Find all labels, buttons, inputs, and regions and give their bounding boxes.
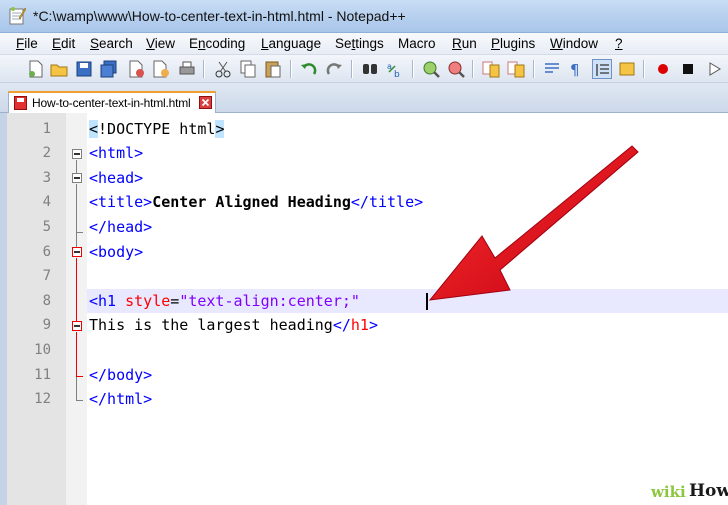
line-number: 4 bbox=[42, 194, 51, 210]
code-line-5: </head> bbox=[89, 218, 153, 236]
line-number: 1 bbox=[42, 121, 51, 137]
open-file-icon[interactable] bbox=[49, 59, 69, 79]
indent-guide-icon[interactable] bbox=[592, 59, 612, 79]
menu-plugins[interactable]: Plugins bbox=[491, 36, 535, 51]
find-icon[interactable] bbox=[360, 59, 380, 79]
zoom-out-icon[interactable] bbox=[446, 59, 466, 79]
record-macro-icon[interactable] bbox=[653, 59, 673, 79]
line-number: 11 bbox=[34, 367, 51, 383]
menu-edit[interactable]: Edit bbox=[52, 36, 75, 51]
fold-toggle-icon[interactable] bbox=[72, 247, 82, 257]
sync-horizontal-icon[interactable] bbox=[506, 59, 526, 79]
close-icon[interactable] bbox=[199, 96, 212, 109]
fold-line bbox=[76, 332, 77, 376]
line-number: 9 bbox=[42, 317, 51, 333]
code-line-1: <!DOCTYPE html> bbox=[89, 120, 225, 138]
fold-end bbox=[76, 232, 83, 233]
close-all-icon[interactable] bbox=[151, 59, 171, 79]
svg-text:b: b bbox=[394, 70, 400, 79]
menu-window[interactable]: Window bbox=[550, 36, 598, 51]
fold-end bbox=[76, 376, 83, 377]
toolbar-separator bbox=[643, 60, 644, 78]
fold-line bbox=[76, 258, 77, 321]
toolbar-separator bbox=[412, 60, 413, 78]
line-number: 7 bbox=[42, 268, 51, 284]
notepad-plus-plus-icon bbox=[9, 7, 26, 25]
code-line-12: </html> bbox=[89, 390, 153, 408]
stop-macro-icon[interactable] bbox=[678, 59, 698, 79]
line-number: 6 bbox=[42, 244, 51, 260]
toolbar-separator bbox=[472, 60, 473, 78]
fold-line bbox=[76, 160, 77, 173]
line-number: 3 bbox=[42, 170, 51, 186]
menu-search[interactable]: Search bbox=[90, 36, 133, 51]
word-wrap-icon[interactable] bbox=[542, 59, 562, 79]
menu-run[interactable]: Run bbox=[452, 36, 477, 51]
replace-icon[interactable]: ab bbox=[385, 59, 405, 79]
tab-label: How-to-center-text-in-html.html bbox=[32, 96, 191, 110]
cut-icon[interactable] bbox=[213, 59, 233, 79]
toolbar-separator bbox=[203, 60, 204, 78]
watermark-wiki: wiki bbox=[651, 483, 686, 501]
paste-icon[interactable] bbox=[263, 59, 283, 79]
close-file-icon[interactable] bbox=[126, 59, 146, 79]
toolbar-separator bbox=[351, 60, 352, 78]
menu-settings[interactable]: Settings bbox=[335, 36, 384, 51]
fold-toggle-icon[interactable] bbox=[72, 149, 82, 159]
code-line-8: <h1 style="text-align:center;" bbox=[89, 292, 360, 310]
toolbar: ab ¶ bbox=[0, 55, 728, 83]
window-border bbox=[0, 113, 7, 505]
menu-bar: File Edit Search View Encoding Language … bbox=[0, 33, 728, 55]
undo-icon[interactable] bbox=[299, 59, 319, 79]
save-all-icon[interactable] bbox=[99, 59, 119, 79]
svg-text:¶: ¶ bbox=[570, 61, 580, 79]
fold-toggle-icon[interactable] bbox=[72, 173, 82, 183]
play-macro-icon[interactable] bbox=[704, 59, 724, 79]
menu-language[interactable]: Language bbox=[261, 36, 321, 51]
menu-macro[interactable]: Macro bbox=[398, 36, 436, 51]
title-bar: *C:\wamp\www\How-to-center-text-in-html.… bbox=[0, 0, 728, 33]
toolbar-separator bbox=[533, 60, 534, 78]
line-number: 10 bbox=[34, 342, 51, 358]
watermark-how: How bbox=[689, 481, 728, 501]
new-file-icon[interactable] bbox=[26, 59, 46, 79]
line-number: 8 bbox=[42, 293, 51, 309]
fold-end bbox=[76, 400, 83, 401]
print-icon[interactable] bbox=[177, 59, 197, 79]
code-line-4: <title>Center Aligned Heading</title> bbox=[89, 193, 424, 211]
save-icon[interactable] bbox=[74, 59, 94, 79]
menu-encoding[interactable]: Encoding bbox=[189, 36, 245, 51]
line-number: 2 bbox=[42, 145, 51, 161]
tab-file[interactable]: How-to-center-text-in-html.html bbox=[8, 91, 216, 113]
code-line-9: This is the largest heading</h1> bbox=[89, 316, 378, 334]
code-line-11: </body> bbox=[89, 366, 153, 384]
redo-icon[interactable] bbox=[324, 59, 344, 79]
show-all-chars-icon[interactable]: ¶ bbox=[566, 59, 586, 79]
doc-map-icon[interactable] bbox=[617, 59, 637, 79]
tab-bar: How-to-center-text-in-html.html bbox=[0, 83, 728, 113]
menu-file[interactable]: File bbox=[16, 36, 38, 51]
code-line-6: <body> bbox=[89, 243, 144, 261]
unsaved-file-icon bbox=[14, 96, 27, 110]
fold-toggle-icon[interactable] bbox=[72, 321, 82, 331]
code-line-3: <head> bbox=[89, 169, 144, 187]
zoom-in-icon[interactable] bbox=[421, 59, 441, 79]
menu-help[interactable]: ? bbox=[615, 36, 623, 51]
sync-vertical-icon[interactable] bbox=[481, 59, 501, 79]
fold-line bbox=[76, 377, 77, 400]
toolbar-separator bbox=[290, 60, 291, 78]
window-title: *C:\wamp\www\How-to-center-text-in-html.… bbox=[33, 8, 406, 24]
menu-view[interactable]: View bbox=[146, 36, 175, 51]
fold-line bbox=[76, 184, 77, 232]
red-arrow-icon bbox=[428, 145, 639, 301]
fold-line bbox=[76, 233, 77, 247]
line-number: 12 bbox=[34, 391, 51, 407]
code-line-2: <html> bbox=[89, 144, 144, 162]
line-number: 5 bbox=[42, 219, 51, 235]
copy-icon[interactable] bbox=[238, 59, 258, 79]
